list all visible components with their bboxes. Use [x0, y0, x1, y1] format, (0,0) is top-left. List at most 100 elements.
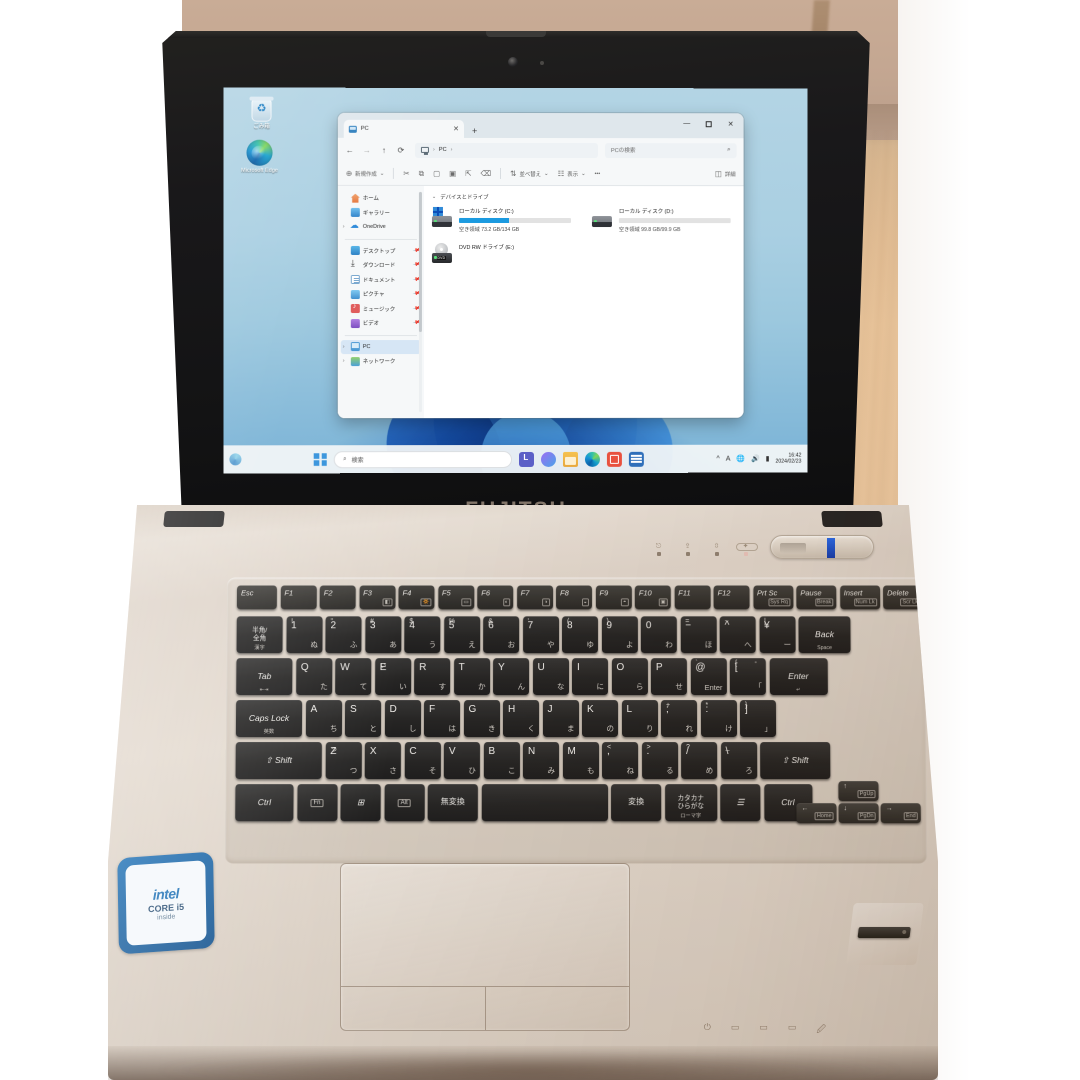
up-button[interactable]: ↑ — [379, 145, 389, 154]
chevron-down-icon[interactable]: ⌄ — [432, 194, 436, 200]
key-v[interactable]: Vひ — [443, 742, 480, 780]
delete-icon[interactable]: ⌫ — [481, 169, 492, 178]
key-f2[interactable]: F2 — [319, 585, 356, 610]
more-options-button[interactable]: ••• — [595, 171, 601, 177]
key--[interactable]: = − ほ — [680, 616, 717, 654]
key-9[interactable]: ) 9 よ — [601, 616, 638, 654]
chevron-icon[interactable]: › — [343, 358, 348, 364]
key-arrow-end[interactable]: → End — [880, 803, 921, 824]
drive-item-d[interactable]: ローカル ディスク (D:) 空き領域 99.8 GB/99.9 GB — [591, 207, 732, 233]
breadcrumb[interactable]: › PC › — [414, 142, 598, 158]
sidebar-item-videos[interactable]: ビデオ 📌 — [338, 316, 424, 331]
network-icon[interactable]: 🌐 — [736, 455, 745, 463]
key-s[interactable]: Sと — [344, 700, 382, 738]
teams-icon[interactable] — [519, 451, 535, 467]
key-x[interactable]: Xさ — [364, 742, 401, 780]
key-f11[interactable]: F11 — [674, 585, 711, 610]
sidebar-item-pc[interactable]: › PC — [340, 339, 421, 355]
chevron-icon[interactable]: › — [343, 224, 348, 230]
key-w[interactable]: Wて — [335, 658, 372, 696]
forward-button[interactable]: → — [362, 145, 372, 154]
key-k[interactable]: Kの — [581, 700, 619, 738]
sidebar-item-downloads[interactable]: ダウンロード 📌 — [338, 258, 424, 273]
key--[interactable]: >. る — [641, 742, 678, 780]
key-t[interactable]: Tか — [453, 658, 490, 696]
tray-chevron-up-icon[interactable]: ^ — [716, 455, 719, 462]
key-f8[interactable]: F8 ◒ — [556, 585, 592, 610]
sort-button[interactable]: ⇅ 並べ替え ⌄ — [510, 169, 548, 178]
key--[interactable]: 変換 — [611, 784, 662, 822]
key-f12[interactable]: F12 — [713, 585, 750, 610]
sidebar-scrollbar-thumb[interactable] — [418, 191, 422, 333]
windows-taskbar[interactable]: ⌕ 検索 ^ A 🌐 🔊 ▮ 16:42 2024/02/23 — [223, 444, 808, 474]
key-0[interactable]: 0わ — [640, 616, 677, 654]
store-icon[interactable] — [607, 451, 623, 467]
key--[interactable]: 半角/全角 漢字 — [236, 616, 283, 654]
file-explorer-icon[interactable] — [563, 451, 579, 467]
rename-icon[interactable]: ▣ — [449, 169, 456, 178]
new-tab-button[interactable]: + — [472, 126, 477, 136]
sidebar-item-music[interactable]: ミュージック 📌 — [338, 302, 424, 317]
key-arrow-home[interactable]: ← Home — [796, 803, 837, 824]
key-f4[interactable]: F4 🔅 — [398, 585, 435, 610]
file-explorer-window[interactable]: PC ✕ + — ✕ ← → ↑ ⟳ › PC › PCの検索 ⌕ ⊕ 新規作成… — [337, 112, 744, 419]
key--[interactable]: *: け — [700, 700, 737, 738]
key-h[interactable]: Hく — [502, 700, 540, 738]
windows-start-icon[interactable] — [314, 452, 328, 466]
touchpad-left-button[interactable] — [341, 987, 485, 1030]
key-7[interactable]: ' 7 や — [522, 616, 559, 654]
key-fn[interactable]: Fn — [296, 784, 338, 822]
taskbar-search-box[interactable]: ⌕ 検索 — [334, 450, 513, 468]
refresh-button[interactable]: ⟳ — [396, 145, 406, 154]
key-u[interactable]: Uな — [532, 658, 569, 696]
battery-icon[interactable]: ▮ — [766, 455, 770, 463]
key--[interactable]: {[「゜ — [729, 658, 766, 696]
touchpad-right-button[interactable] — [484, 987, 630, 1030]
desktop-icon-recycle-bin[interactable]: ごみ箱 — [233, 99, 289, 131]
details-pane-button[interactable]: ◫ 詳細 — [715, 169, 736, 178]
key-space[interactable] — [481, 784, 608, 822]
breadcrumb-item-pc[interactable]: PC — [439, 147, 447, 153]
key-caps-lock[interactable]: Caps Lock 英数 — [235, 700, 303, 738]
key-esc[interactable]: Esc — [236, 585, 277, 610]
key-n[interactable]: Nみ — [522, 742, 559, 780]
key--[interactable]: カタカナ ひらがな ローマ字 — [664, 784, 717, 822]
key-arrow-pgdn[interactable]: ↓ PgDn — [838, 803, 879, 824]
key-e[interactable]: ぃEい — [374, 658, 411, 696]
cut-icon[interactable]: ✂ — [403, 169, 409, 178]
key-z[interactable]: っZつ — [325, 742, 362, 780]
touchpad[interactable] — [340, 863, 630, 1031]
key--[interactable]: }]」 — [739, 700, 777, 738]
key-6[interactable]: & 6 お — [483, 616, 520, 654]
key-f9[interactable]: F9 ◓ — [595, 585, 632, 610]
key--[interactable]: ☰ — [720, 784, 761, 822]
back-button[interactable]: ← — [345, 145, 355, 154]
view-button[interactable]: ☷ 表示 ⌄ — [558, 169, 586, 178]
copilot-icon[interactable] — [541, 451, 557, 467]
weather-widget-icon[interactable] — [229, 453, 242, 466]
sidebar-item-gallery[interactable]: ギャラリー — [338, 205, 424, 220]
file-list-pane[interactable]: ⌄ デバイスとドライブ ローカル ディスク (C:) 空き領域 73.2 GB/… — [424, 186, 744, 418]
explorer-titlebar[interactable]: PC ✕ + — ✕ — [337, 112, 744, 139]
volume-icon[interactable]: 🔊 — [751, 455, 760, 463]
window-controls[interactable]: — ✕ — [676, 115, 742, 132]
key-shift[interactable]: ⇧ Shift — [760, 742, 831, 780]
sidebar-item-pictures[interactable]: ピクチャ 📌 — [338, 287, 424, 302]
close-tab-icon[interactable]: ✕ — [453, 125, 459, 133]
edge-icon[interactable] — [585, 451, 601, 467]
key-g[interactable]: Gき — [463, 700, 500, 738]
key-f1[interactable]: F1 — [280, 585, 317, 610]
key-l[interactable]: Lり — [621, 700, 658, 738]
key-f[interactable]: Fは — [423, 700, 461, 738]
key--[interactable]: ⊞ — [340, 784, 381, 822]
key-pause[interactable]: Pause Break — [796, 585, 837, 610]
key-5[interactable]: % 5 え — [443, 616, 480, 654]
key--[interactable]: ~ ^ へ — [719, 616, 756, 654]
key--[interactable]: ` @ Enter — [690, 658, 727, 696]
copy-icon[interactable]: ⧉ — [419, 169, 424, 178]
desktop-icon-microsoft-edge[interactable]: Microsoft Edge — [231, 139, 287, 175]
key-f6[interactable]: F6 ◐ — [477, 585, 514, 610]
power-button[interactable] — [770, 535, 874, 559]
key-insert[interactable]: Insert Num Lk — [839, 585, 880, 610]
ime-indicator[interactable]: A — [726, 455, 731, 462]
